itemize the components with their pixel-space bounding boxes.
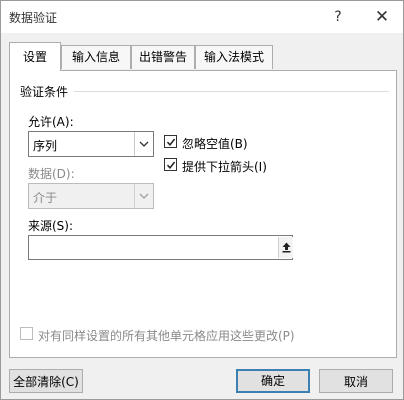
- dialog-title: 数据验证: [9, 11, 58, 25]
- help-icon[interactable]: ?: [327, 6, 349, 28]
- allow-label: 允许(A):: [28, 115, 74, 129]
- data-select: 介于: [28, 183, 154, 209]
- tab-strip: 设置 输入信息 出错警告 输入法模式: [1, 41, 403, 71]
- tab-input-message[interactable]: 输入信息: [61, 45, 131, 69]
- close-icon[interactable]: ✕: [371, 6, 393, 28]
- checkbox-box: [20, 327, 33, 340]
- cancel-button[interactable]: 取消: [319, 369, 393, 393]
- tab-settings[interactable]: 设置: [9, 42, 61, 71]
- data-value: 介于: [33, 191, 58, 205]
- apply-to-all-label: 对有同样设置的所有其他单元格应用这些更改(P): [38, 329, 295, 343]
- settings-panel: 验证条件 允许(A): 序列 忽略空值(B) 提供下拉箭头(I) 数据(D): …: [9, 70, 397, 358]
- group-divider: [74, 91, 389, 92]
- data-label: 数据(D):: [28, 167, 75, 181]
- tab-error-alert[interactable]: 出错警告: [131, 45, 195, 69]
- ignore-blank-label: 忽略空值(B): [182, 137, 248, 151]
- tab-ime-mode[interactable]: 输入法模式: [195, 45, 273, 69]
- in-cell-dropdown-label: 提供下拉箭头(I): [182, 160, 267, 174]
- chevron-down-icon: [134, 184, 153, 208]
- collapse-dialog-icon[interactable]: [278, 237, 293, 258]
- source-label: 来源(S):: [28, 219, 74, 233]
- data-validation-dialog: 数据验证 ? ✕ 设置 输入信息 出错警告 输入法模式 验证条件 允许(A): …: [0, 0, 404, 400]
- clear-all-button[interactable]: 全部清除(C): [9, 369, 83, 393]
- validation-criteria-title: 验证条件: [20, 85, 69, 99]
- allow-value: 序列: [33, 139, 58, 153]
- ok-button[interactable]: 确定: [236, 369, 310, 393]
- checkmark-icon[interactable]: [164, 135, 177, 148]
- allow-select[interactable]: 序列: [28, 131, 154, 157]
- title-bar: 数据验证 ? ✕: [1, 1, 403, 33]
- source-input[interactable]: [28, 235, 293, 260]
- checkmark-icon[interactable]: [164, 158, 177, 171]
- chevron-down-icon[interactable]: [134, 132, 153, 156]
